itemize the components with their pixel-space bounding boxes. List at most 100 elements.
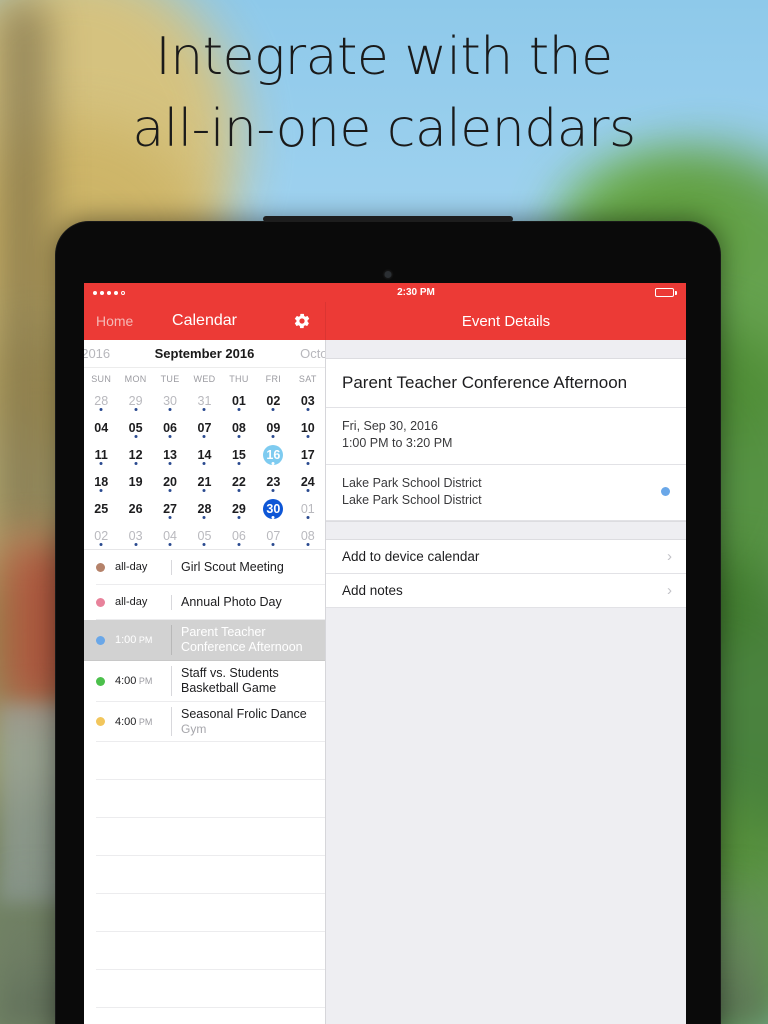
- day-event-dot: [202, 435, 206, 438]
- event-list-subtitle: Gym: [181, 722, 207, 736]
- calendar-day-cell[interactable]: 06: [222, 522, 256, 549]
- calendar-day-cell[interactable]: 30: [153, 387, 187, 414]
- day-event-dot: [237, 408, 241, 411]
- event-calendar-row[interactable]: Lake Park School District Lake Park Scho…: [326, 465, 686, 521]
- details-top-spacer: [326, 340, 686, 359]
- calendar-day-cell[interactable]: 28: [187, 495, 221, 522]
- event-time: 4:00 PM: [115, 716, 169, 728]
- day-event-dot: [237, 516, 241, 519]
- calendar-day-cell[interactable]: 17: [291, 441, 325, 468]
- calendar-day-cell[interactable]: 22: [222, 468, 256, 495]
- event-calendar-name: Lake Park School District: [342, 475, 482, 490]
- day-event-dot: [134, 408, 138, 411]
- calendar-day-cell[interactable]: 08: [291, 522, 325, 549]
- event-time-range: 1:00 PM to 3:20 PM: [342, 436, 453, 451]
- event-list-item[interactable]: all-day Girl Scout Meeting: [96, 550, 325, 585]
- day-event-dot: [271, 543, 275, 546]
- calendar-day-cell[interactable]: 04: [153, 522, 187, 549]
- event-time-ampm: PM: [136, 676, 153, 686]
- calendar-day-cell[interactable]: 08: [222, 414, 256, 441]
- day-event-dot: [99, 408, 103, 411]
- back-to-home-button[interactable]: Home: [96, 313, 133, 329]
- calendar-day-cell[interactable]: 30: [256, 495, 290, 522]
- calendar-day-cell[interactable]: 20: [153, 468, 187, 495]
- calendar-day-cell[interactable]: 19: [118, 468, 152, 495]
- details-nav-title: Event Details: [461, 312, 551, 330]
- calendar-day-cell[interactable]: 29: [118, 387, 152, 414]
- event-list-empty-row: [96, 742, 325, 781]
- calendar-day-cell[interactable]: 14: [187, 441, 221, 468]
- calendar-day-cell[interactable]: 01: [222, 387, 256, 414]
- day-event-dot: [134, 435, 138, 438]
- event-time-value: all-day: [115, 596, 148, 608]
- event-list-item[interactable]: all-day Annual Photo Day: [96, 585, 325, 620]
- calendar-day-cell[interactable]: 13: [153, 441, 187, 468]
- day-event-dot: [306, 435, 310, 438]
- battery-icon: [655, 288, 677, 297]
- weekday-header-row: SUN MON TUE WED THU FRI SAT: [84, 368, 325, 387]
- next-month-label[interactable]: Octobe: [300, 346, 325, 361]
- calendar-day-cell[interactable]: 24: [291, 468, 325, 495]
- calendar-day-cell[interactable]: 07: [187, 414, 221, 441]
- calendar-day-cell[interactable]: 28: [84, 387, 118, 414]
- calendar-day-cell[interactable]: 16: [256, 441, 290, 468]
- calendar-nav-title: Calendar: [172, 312, 237, 329]
- event-list-empty-row: [96, 780, 325, 819]
- event-color-dot: [96, 597, 105, 607]
- event-time-ampm: PM: [136, 716, 153, 727]
- day-event-dot: [237, 543, 241, 546]
- event-color-dot: [96, 562, 105, 572]
- event-datetime-row[interactable]: Fri, Sep 30, 2016 1:00 PM to 3:20 PM: [326, 408, 686, 465]
- calendar-day-cell[interactable]: 03: [291, 387, 325, 414]
- event-time: 1:00 PM: [115, 634, 169, 646]
- calendar-day-number: 04: [94, 420, 109, 435]
- gear-icon[interactable]: [293, 312, 311, 330]
- calendar-day-cell[interactable]: 05: [118, 414, 152, 441]
- calendar-day-cell[interactable]: 09: [256, 414, 290, 441]
- front-camera-icon: [384, 271, 392, 278]
- day-event-dot: [306, 462, 310, 465]
- day-event-dot: [99, 489, 103, 492]
- calendar-day-cell[interactable]: 07: [256, 522, 290, 549]
- weekday-label: WED: [193, 374, 216, 384]
- event-time-value: 1:00: [115, 634, 137, 646]
- calendar-day-cell[interactable]: 21: [187, 468, 221, 495]
- day-event-dot: [271, 408, 275, 411]
- calendar-day-cell[interactable]: 03: [118, 522, 152, 549]
- add-notes-button[interactable]: Add notes ›: [326, 574, 686, 608]
- event-list-item[interactable]: 4:00 PM Seasonal Frolic Dance Gym: [96, 702, 325, 743]
- calendar-day-cell[interactable]: 27: [153, 495, 187, 522]
- calendar-day-cell[interactable]: 06: [153, 414, 187, 441]
- calendar-day-cell[interactable]: 26: [118, 495, 152, 522]
- calendar-pane: t 2016 September 2016 Octobe SUN MON TUE WE…: [84, 340, 326, 1024]
- calendar-color-dot: [661, 487, 670, 497]
- calendar-day-cell[interactable]: 31: [187, 387, 221, 414]
- calendar-day-cell[interactable]: 25: [84, 495, 118, 522]
- calendar-day-cell[interactable]: 18: [84, 468, 118, 495]
- calendar-day-cell[interactable]: 15: [222, 441, 256, 468]
- calendar-day-cell[interactable]: 05: [187, 522, 221, 549]
- details-section-spacer: [326, 521, 686, 540]
- tablet-device: 2:30 PM Home Calendar Event Details 2016…: [55, 216, 721, 1024]
- day-event-dot: [237, 462, 241, 465]
- event-list-item[interactable]: 1:00 PM Parent Teacher Conference Afterno…: [84, 620, 325, 661]
- calendar-day-cell[interactable]: 02: [256, 387, 290, 414]
- calendar-day-cell[interactable]: 01: [291, 495, 325, 522]
- calendar-day-cell[interactable]: 02: [84, 522, 118, 549]
- day-event-dot: [202, 543, 206, 546]
- event-list-empty-row: [96, 856, 325, 895]
- calendar-day-cell[interactable]: 10: [291, 414, 325, 441]
- weekday-label: MON: [124, 374, 147, 384]
- event-list-item[interactable]: 4:00 PM Staff vs. Students Basketball Gam…: [96, 661, 325, 702]
- headline-line-2: all-in-one calendars: [132, 98, 636, 159]
- calendar-day-cell[interactable]: 11: [84, 441, 118, 468]
- calendar-day-cell[interactable]: 04: [84, 414, 118, 441]
- calendar-day-cell[interactable]: 23: [256, 468, 290, 495]
- navigation-bar: Home Calendar Event Details: [84, 302, 686, 340]
- add-to-device-calendar-button[interactable]: Add to device calendar ›: [326, 540, 686, 574]
- calendar-day-cell[interactable]: 12: [118, 441, 152, 468]
- calendar-day-number: 25: [94, 501, 109, 516]
- calendar-day-cell[interactable]: 29: [222, 495, 256, 522]
- day-event-dot: [271, 435, 275, 438]
- day-event-dot: [271, 462, 275, 465]
